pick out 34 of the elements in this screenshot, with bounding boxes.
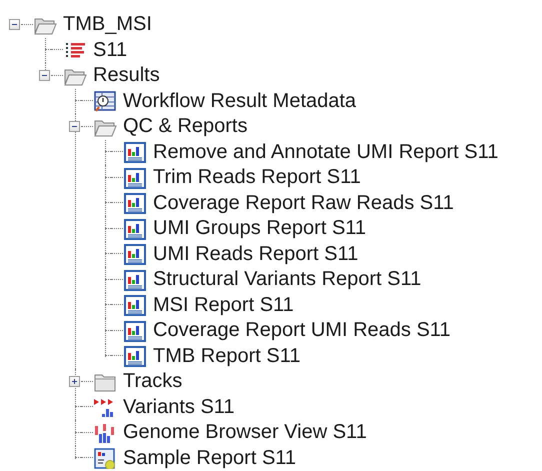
tree-item-label[interactable]: TMB Report S11 [153,344,300,369]
collapse-toggle[interactable] [69,121,80,132]
genome-bars-icon [93,422,117,444]
tree-item-label[interactable]: Trim Reads Report S11 [153,165,361,190]
tree-item-label[interactable]: Tracks [123,369,182,394]
chart-report-icon [123,141,147,164]
chart-report-icon [123,294,147,316]
sample-report-icon [93,447,117,470]
tree-item-label[interactable]: Coverage Report UMI Reads S11 [153,318,451,344]
tree-item-label[interactable]: MSI Report S11 [153,292,294,318]
tree-item-label[interactable]: Structural Variants Report S11 [153,267,422,292]
chart-report-icon [123,243,147,266]
tree-item-label[interactable]: UMI Groups Report S11 [153,216,366,242]
tree-item-label[interactable]: QC & Reports [123,114,248,140]
tree-item-label[interactable]: Genome Browser View S11 [123,420,367,446]
chart-report-icon [123,192,147,214]
chart-report-icon [123,345,147,368]
chart-report-icon [123,166,147,189]
tree-item-label[interactable]: Workflow Result Metadata [123,88,356,114]
tree-item-label[interactable]: TMB_MSI [63,12,152,38]
tree-item-label[interactable]: Variants S11 [123,394,235,420]
chart-report-icon [123,268,147,291]
tree-item-label[interactable]: UMI Reads Report S11 [153,242,358,267]
tree-item-label[interactable]: S11 [93,38,128,63]
table-icon [93,90,117,112]
tree-item-label[interactable]: Coverage Report Raw Reads S11 [153,190,454,216]
expand-toggle[interactable] [69,376,80,388]
collapse-toggle[interactable] [39,70,50,82]
tree-item-label[interactable]: Remove and Annotate UMI Report S11 [153,140,498,165]
collapse-toggle[interactable] [9,19,20,30]
tree-item-label[interactable]: Results [93,63,160,88]
tree-item-label[interactable]: Sample Report S11 [123,446,296,471]
chart-report-icon [123,320,147,342]
chart-report-icon [123,218,147,240]
